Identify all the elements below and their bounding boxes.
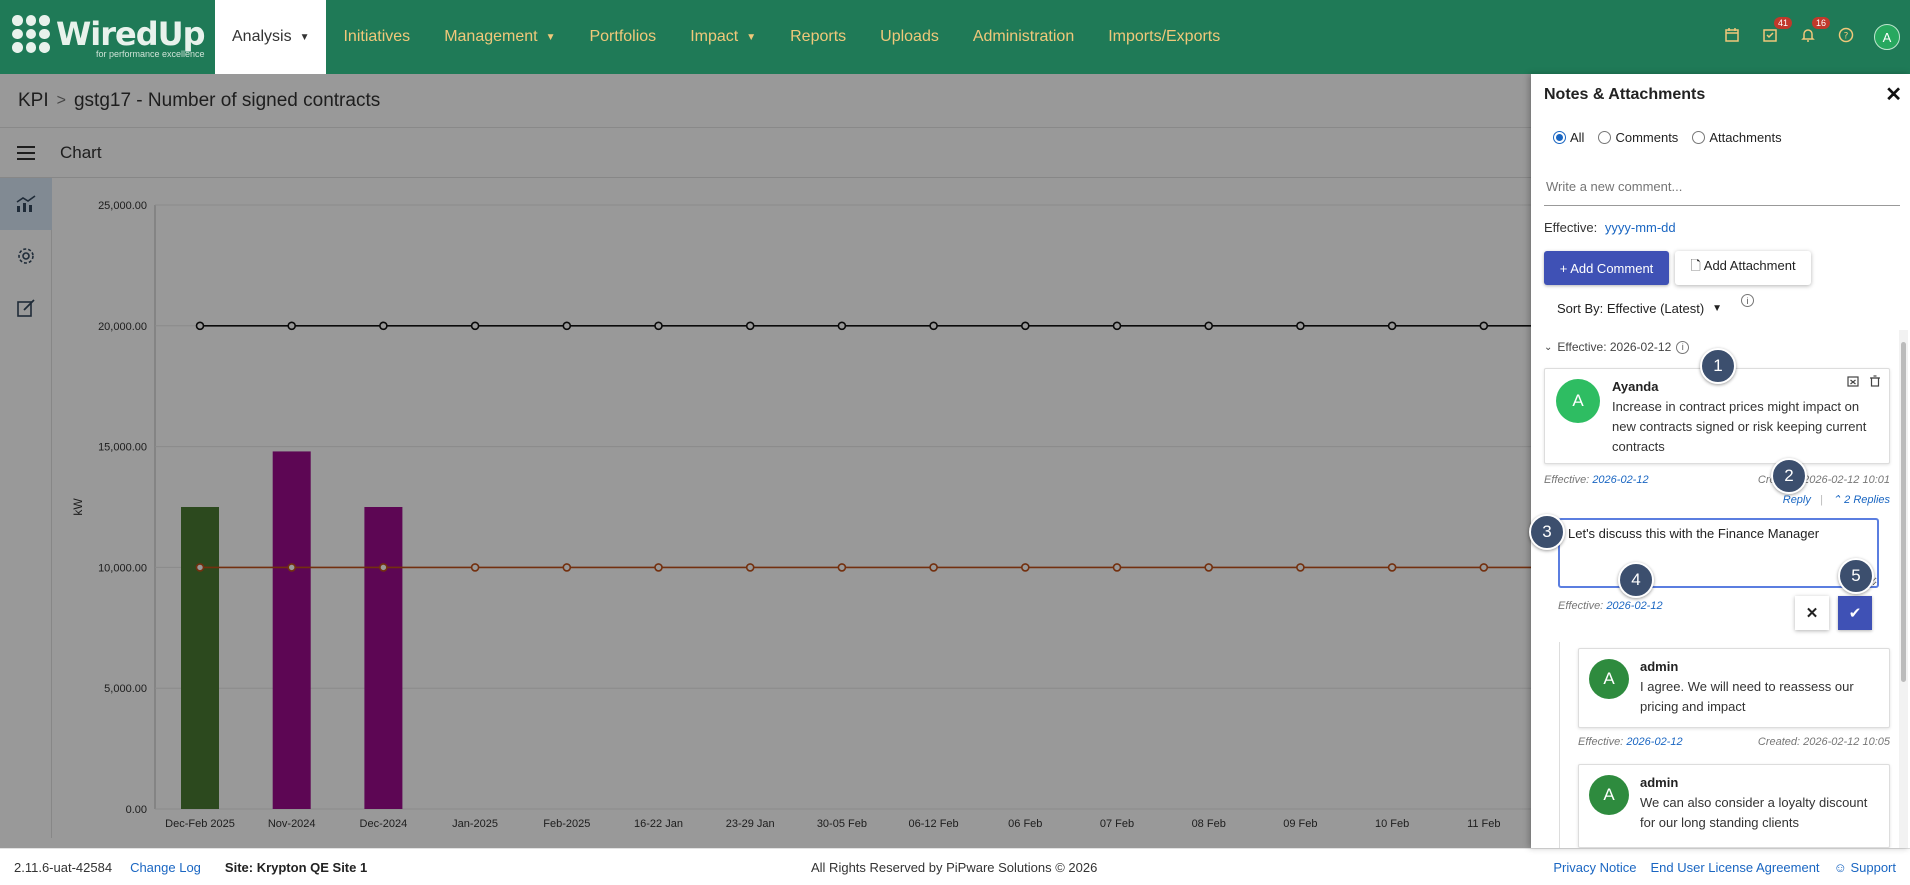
step-marker-4: 4: [1618, 562, 1654, 598]
eula-link[interactable]: End User License Agreement: [1650, 860, 1819, 875]
site-label: Site: Krypton QE Site 1: [224, 859, 368, 875]
nav-reports[interactable]: Reports: [773, 0, 863, 74]
reply-textarea[interactable]: Let's discuss this with the Finance Mana…: [1558, 518, 1879, 588]
chevron-down-icon: ▼: [746, 31, 757, 43]
step-marker-1: 1: [1700, 348, 1736, 384]
svg-text:?: ?: [1844, 31, 1849, 41]
nav-initiatives[interactable]: Initiatives: [326, 0, 427, 74]
check-icon: ✔: [1848, 605, 1862, 622]
nav-administration[interactable]: Administration: [956, 0, 1091, 74]
chevron-down-icon: ▼: [545, 31, 556, 43]
privacy-notice-link[interactable]: Privacy Notice: [1553, 860, 1636, 875]
effective-date-picker[interactable]: yyyy-mm-dd: [1605, 220, 1676, 235]
filter-comments-radio[interactable]: Comments: [1598, 130, 1678, 145]
filter-attachments-radio[interactable]: Attachments: [1692, 130, 1782, 145]
submit-reply-button[interactable]: ✔: [1838, 596, 1872, 630]
reply-card: A admin I agree. We will need to reasses…: [1578, 648, 1890, 728]
reply-text: I agree. We will need to reassess our pr…: [1640, 679, 1854, 714]
filter-radio-group: All Comments Attachments: [1553, 130, 1782, 145]
scrollbar-thumb[interactable]: [1901, 342, 1906, 682]
footer-links: Privacy Notice End User License Agreemen…: [1553, 860, 1896, 875]
avatar: A: [1556, 379, 1600, 423]
chevron-down-icon: ⌄: [1544, 341, 1553, 353]
close-icon[interactable]: ✕: [1885, 82, 1902, 107]
add-attachment-button[interactable]: 🗋 Add Attachment: [1675, 251, 1811, 285]
panel-scrollbar[interactable]: [1899, 330, 1908, 848]
copyright-text: All Rights Reserved by PiPware Solutions…: [811, 859, 1098, 875]
reply-effective-meta: Effective: 2026-02-12: [1558, 600, 1663, 612]
change-log-link[interactable]: Change Log: [130, 860, 201, 875]
caret-down-icon: ▼: [1712, 303, 1723, 314]
brand-logo[interactable]: WiredUp for performance excellence: [0, 0, 215, 74]
step-marker-5: 5: [1838, 558, 1874, 594]
task-check-icon[interactable]: 41: [1760, 16, 1792, 48]
reply-created-meta: Created: 2026-02-12 10:05: [1757, 736, 1890, 748]
trash-icon[interactable]: [1869, 375, 1881, 387]
effective-group-header[interactable]: ⌄ Effective: 2026-02-12 i: [1544, 340, 1690, 354]
nav-portfolios[interactable]: Portfolios: [572, 0, 673, 74]
step-marker-2: 2: [1771, 458, 1807, 494]
radio-icon: [1692, 131, 1706, 144]
avatar: A: [1589, 659, 1629, 699]
comment-text: Increase in contract prices might impact…: [1612, 399, 1867, 454]
reply-link[interactable]: Reply: [1783, 494, 1811, 506]
reply-author: admin: [1640, 775, 1679, 790]
modal-backdrop[interactable]: [0, 74, 1531, 848]
logo-mark-icon: [12, 15, 50, 53]
brand-tagline: for performance excellence: [96, 49, 205, 59]
help-icon[interactable]: ?: [1836, 27, 1856, 48]
reply-text: We can also consider a loyalty discount …: [1640, 795, 1868, 830]
radio-icon: [1598, 131, 1612, 144]
comment-actions: [1847, 375, 1881, 387]
comment-reply-actions: Reply | ⌃ 2 Replies: [1782, 494, 1890, 506]
reply-effective-meta: Effective: 2026-02-12: [1578, 736, 1683, 748]
notifications-badge: 16: [1811, 16, 1830, 29]
new-comment-input[interactable]: [1544, 168, 1900, 206]
brand-name: WiredUp: [56, 15, 206, 53]
add-comment-button[interactable]: + Add Comment: [1544, 251, 1669, 285]
calendar-icon[interactable]: [1722, 27, 1742, 48]
nav-analysis[interactable]: Analysis ▼: [215, 0, 327, 74]
top-navbar: WiredUp for performance excellence Analy…: [0, 0, 1910, 74]
info-icon[interactable]: i: [1676, 340, 1690, 354]
avatar: A: [1589, 775, 1629, 815]
user-avatar[interactable]: A: [1874, 24, 1900, 50]
nav-uploads[interactable]: Uploads: [863, 0, 956, 74]
comment-author: Ayanda: [1612, 379, 1659, 394]
nav-imports-exports[interactable]: Imports/Exports: [1091, 0, 1237, 74]
nav-actions: 41 16 ? A: [1722, 0, 1900, 74]
radio-selected-icon: [1553, 131, 1566, 144]
reply-author: admin: [1640, 659, 1679, 674]
tasks-badge: 41: [1773, 16, 1792, 29]
nav-management[interactable]: Management ▼: [427, 0, 572, 74]
effective-date-row: Effective: yyyy-mm-dd: [1544, 220, 1676, 235]
reply-effective-date[interactable]: 2026-02-12: [1606, 600, 1662, 612]
footer: 2.11.6-uat-42584 Change Log Site: Krypto…: [0, 848, 1910, 885]
edit-calendar-icon[interactable]: [1847, 375, 1859, 387]
close-icon: ✕: [1805, 605, 1819, 622]
chevron-up-icon: ⌃: [1831, 494, 1845, 506]
comment-effective-meta: Effective: 2026-02-12: [1544, 474, 1649, 486]
filter-all-radio[interactable]: All: [1553, 130, 1584, 145]
chevron-down-icon: ▼: [299, 31, 310, 43]
file-icon: 🗋: [1690, 258, 1704, 273]
notes-attachments-panel: Notes & Attachments ✕ All Comments Attac…: [1531, 74, 1910, 848]
support-icon: ☺: [1833, 859, 1851, 875]
reply-card: A admin We can also consider a loyalty d…: [1578, 764, 1890, 848]
info-icon[interactable]: i: [1741, 294, 1754, 307]
bell-icon[interactable]: 16: [1798, 16, 1830, 48]
panel-title: Notes & Attachments: [1544, 86, 1706, 103]
app-version: 2.11.6-uat-42584: [14, 859, 113, 875]
cancel-reply-button[interactable]: ✕: [1795, 596, 1829, 630]
sort-dropdown[interactable]: Sort By: Effective (Latest) ▼: [1557, 301, 1722, 316]
toggle-replies-link[interactable]: ⌃ 2 Replies: [1832, 494, 1890, 506]
nav-impact[interactable]: Impact ▼: [673, 0, 773, 74]
step-marker-3: 3: [1529, 514, 1565, 550]
thread-connector: [1559, 642, 1560, 848]
support-link[interactable]: ☺ Support: [1834, 860, 1896, 875]
